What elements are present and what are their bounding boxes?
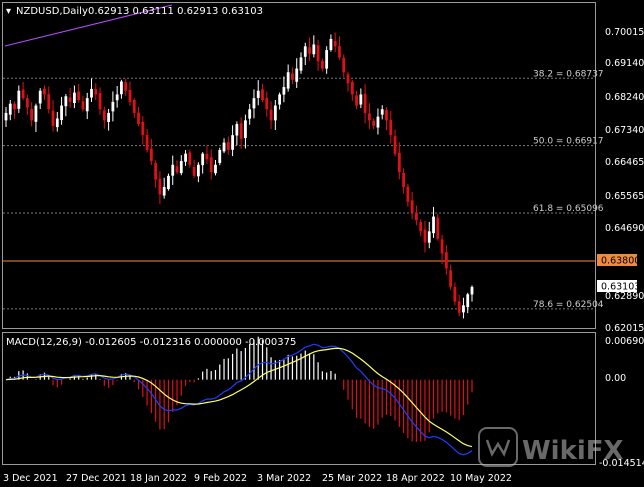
fib-level-label: 50.0 = 0.66917 bbox=[533, 137, 604, 147]
macd-tick: 0.00 bbox=[605, 373, 626, 384]
macd-tick: 0.006909 bbox=[605, 336, 644, 347]
ohlc-values: 0.62913 0.63111 0.62913 0.63103 bbox=[88, 6, 263, 17]
current-price-badge: 0.63103 bbox=[597, 280, 640, 293]
price-tick: 0.67340 bbox=[605, 125, 644, 136]
candle bbox=[167, 173, 170, 191]
fib-level-label: 61.8 = 0.65096 bbox=[533, 204, 604, 214]
time-axis[interactable]: 3 Dec 2021 27 Dec 2021 18 Jan 2022 9 Feb… bbox=[3, 473, 512, 484]
fib-level-label: 78.6 = 0.62504 bbox=[533, 300, 604, 310]
price-tick: 0.62015 bbox=[605, 323, 644, 334]
hline-price-label: 0.63800 bbox=[601, 256, 640, 267]
price-tick: 0.62890 bbox=[605, 291, 644, 302]
fib-level-label: 38.2 = 0.68737 bbox=[533, 69, 604, 79]
current-price-label: 0.63103 bbox=[601, 282, 640, 293]
candle bbox=[436, 213, 440, 241]
price-tick: 0.70015 bbox=[605, 27, 644, 38]
time-tick: 25 Mar 2022 bbox=[322, 473, 382, 484]
time-tick: 10 May 2022 bbox=[450, 473, 512, 484]
time-tick: 18 Jan 2022 bbox=[130, 473, 187, 484]
price-tick: 0.64690 bbox=[605, 223, 644, 234]
watermark-text: WikiFX bbox=[522, 436, 624, 466]
time-tick: 3 Dec 2021 bbox=[3, 473, 58, 484]
candle bbox=[218, 147, 222, 166]
price-tick: 0.66465 bbox=[605, 157, 644, 168]
chart-symbol-icon: ▾ bbox=[6, 6, 11, 17]
hline-price-badge: 0.63800 bbox=[597, 254, 640, 267]
time-tick: 3 Mar 2022 bbox=[257, 473, 311, 484]
chart-window[interactable]: 38.2 = 0.68737 50.0 = 0.66917 61.8 = 0.650… bbox=[0, 0, 644, 487]
time-tick: 18 Apr 2022 bbox=[386, 473, 445, 484]
symbol-label: NZDUSD,Daily bbox=[16, 6, 88, 17]
macd-label: MACD(12,26,9) -0.012605 -0.012316 0.0000… bbox=[6, 337, 296, 348]
time-tick: 27 Dec 2021 bbox=[66, 473, 127, 484]
time-tick: 9 Feb 2022 bbox=[194, 473, 247, 484]
price-tick: 0.68240 bbox=[605, 92, 644, 103]
price-tick: 0.65565 bbox=[605, 191, 644, 202]
price-tick: 0.69140 bbox=[605, 58, 644, 69]
